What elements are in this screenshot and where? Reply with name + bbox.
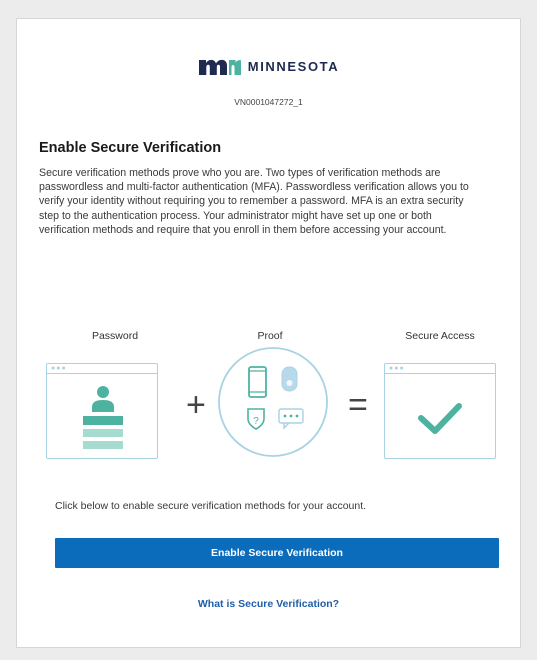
what-is-secure-verification-link[interactable]: What is Secure Verification? [0,598,537,610]
minnesota-logo: MINNESOTA [17,55,520,77]
logo-text: MINNESOTA [247,58,340,74]
plus-symbol: + [186,386,206,424]
proof-label: Proof [257,330,283,342]
secure-access-window-illustration: ●●● [384,363,496,459]
key-fob-icon [281,366,298,392]
user-password-icon [83,386,123,449]
question-mark: ? [253,416,259,427]
enable-prompt-text: Click below to enable secure verificatio… [55,500,367,512]
password-window-illustration: ●●● [46,363,158,459]
secure-access-label: Secure Access [405,330,475,342]
window-dots-icon: ●●● [389,365,405,372]
equals-symbol: = [348,386,368,424]
window-dots-icon: ●●● [51,365,67,372]
password-label: Password [91,330,139,342]
checkmark-icon [418,403,462,434]
description-text: Secure verification methods prove who yo… [39,167,469,236]
enable-secure-verification-button[interactable]: Enable Secure Verification [55,538,499,568]
mn-logo-icon [198,59,241,75]
proof-circle [218,347,328,457]
session-code: VN0001047272_1 [234,97,303,107]
page-title: Enable Secure Verification [39,140,222,156]
proof-methods-illustration: ? [218,347,328,457]
